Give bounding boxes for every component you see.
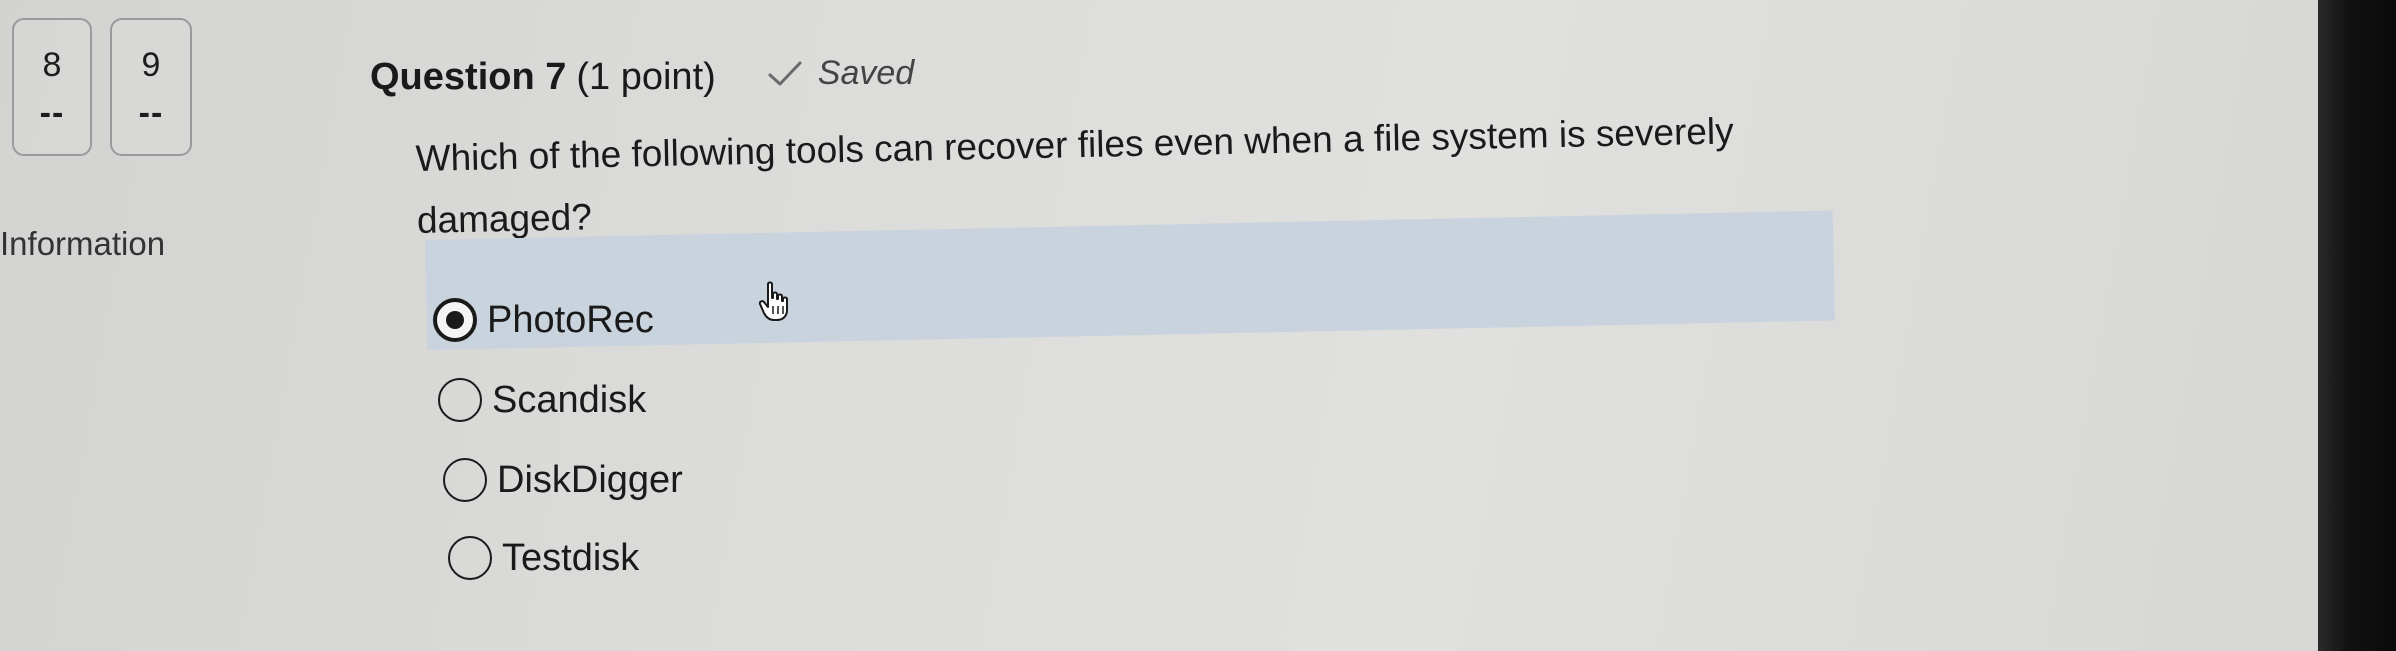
hand-pointer-icon — [758, 281, 788, 321]
question-header: Question 7 (1 point) Saved — [370, 54, 914, 99]
information-label: Information — [0, 225, 166, 262]
option-label: Scandisk — [492, 378, 647, 421]
question-status: -- — [138, 94, 164, 132]
option-label: PhotoRec — [487, 298, 654, 341]
option-testdisk[interactable]: Testdisk — [448, 536, 639, 580]
radio-button[interactable] — [443, 458, 487, 502]
check-icon — [768, 61, 802, 85]
option-scandisk[interactable]: Scandisk — [438, 378, 646, 422]
question-title: Question 7 — [370, 55, 567, 98]
radio-dot — [446, 311, 464, 329]
option-label: Testdisk — [502, 536, 640, 579]
option-photorec[interactable]: PhotoRec — [433, 298, 654, 342]
radio-button[interactable] — [438, 378, 482, 422]
question-number: 8 — [42, 46, 62, 84]
option-diskdigger[interactable]: DiskDigger — [443, 458, 683, 502]
question-status: -- — [39, 94, 65, 132]
question-points: (1 point) — [576, 55, 716, 98]
saved-text: Saved — [817, 54, 915, 92]
question-nav-8[interactable]: 8 -- — [12, 18, 92, 156]
monitor-bezel — [2318, 0, 2396, 651]
save-status: Saved — [766, 54, 914, 93]
radio-button-selected[interactable] — [433, 298, 477, 342]
question-number: 9 — [141, 46, 161, 84]
question-nav-9[interactable]: 9 -- — [110, 18, 192, 156]
option-label: DiskDigger — [497, 458, 683, 501]
radio-button[interactable] — [448, 536, 492, 580]
